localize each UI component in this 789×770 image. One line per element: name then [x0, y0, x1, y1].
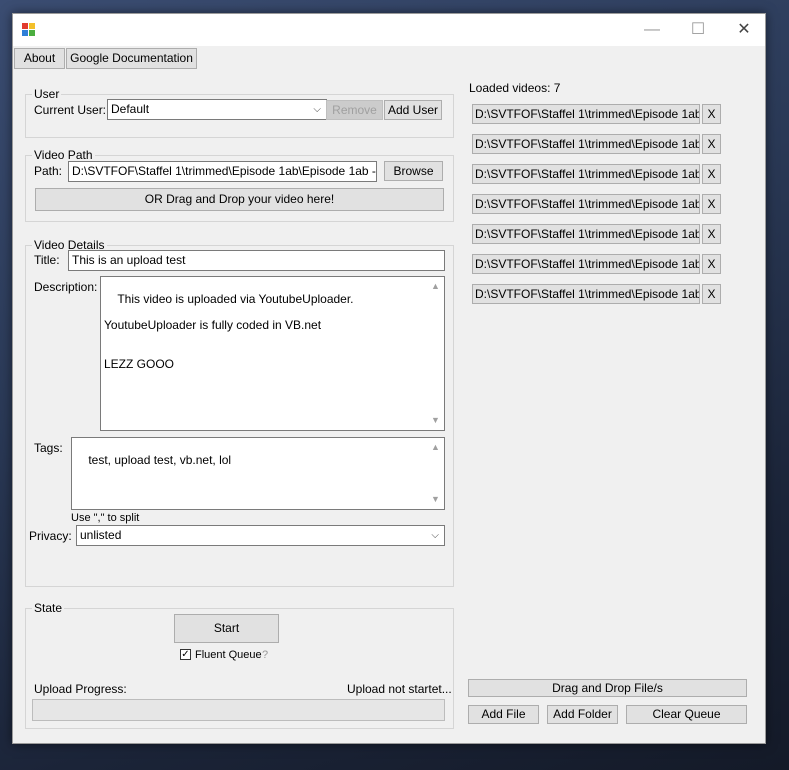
current-user-label: Current User: [34, 103, 107, 117]
state-group-title: State [32, 600, 65, 616]
loaded-video-path[interactable]: D:\SVTFOF\Staffel 1\trimmed\Episode 1ab\… [472, 164, 700, 184]
close-button[interactable]: ✕ [721, 14, 767, 46]
app-window: — ☐ ✕ About Google Documentation User Cu… [12, 13, 766, 744]
add-user-button[interactable]: Add User [384, 100, 442, 120]
remove-video-button[interactable]: X [702, 254, 721, 274]
user-group-title: User [32, 86, 62, 102]
remove-video-button[interactable]: X [702, 194, 721, 214]
chevron-down-icon: ⌵ [431, 530, 439, 541]
fluent-queue-label[interactable]: Fluent Queue [195, 647, 262, 663]
tags-label: Tags: [34, 441, 63, 455]
scroll-up-icon[interactable]: ▲ [431, 280, 440, 293]
tags-hint: Use "," to split [71, 512, 140, 524]
loaded-video-path[interactable]: D:\SVTFOF\Staffel 1\trimmed\Episode 1ab\… [472, 224, 700, 244]
minimize-icon: — [644, 21, 660, 38]
about-button[interactable]: About [14, 48, 65, 69]
title-bar[interactable]: — ☐ ✕ [13, 14, 765, 46]
privacy-value: unlisted [80, 528, 122, 542]
remove-video-button[interactable]: X [702, 284, 721, 304]
remove-user-button[interactable]: Remove [326, 100, 383, 120]
tags-textarea[interactable]: test, upload test, vb.net, lol ▲ ▼ [71, 437, 445, 510]
add-file-button[interactable]: Add File [468, 705, 539, 724]
minimize-button[interactable]: — [629, 14, 675, 46]
app-icon [22, 23, 36, 37]
remove-video-button[interactable]: X [702, 134, 721, 154]
scroll-down-icon[interactable]: ▼ [431, 493, 440, 506]
path-label: Path: [34, 164, 63, 178]
upload-status: Upload not startet... [347, 682, 452, 696]
add-folder-button[interactable]: Add Folder [547, 705, 618, 724]
top-toolbar: About Google Documentation [13, 46, 765, 70]
start-button[interactable]: Start [174, 614, 279, 643]
upload-progress-label: Upload Progress: [34, 682, 127, 696]
tags-scrollbar[interactable]: ▲ ▼ [428, 439, 443, 508]
privacy-select[interactable]: unlisted ⌵ [76, 525, 445, 546]
title-label: Title: [34, 253, 60, 267]
current-user-select[interactable]: Default ⌵ [107, 99, 327, 120]
title-input[interactable]: This is an upload test [68, 250, 445, 271]
drag-drop-files-button[interactable]: Drag and Drop File/s [468, 679, 747, 697]
description-scrollbar[interactable]: ▲ ▼ [428, 278, 443, 429]
loaded-videos-label: Loaded videos: 7 [469, 81, 561, 95]
description-textarea[interactable]: This video is uploaded via YoutubeUpload… [100, 276, 445, 431]
privacy-label: Privacy: [29, 529, 72, 543]
loaded-video-path[interactable]: D:\SVTFOF\Staffel 1\trimmed\Episode 1ab\… [472, 194, 700, 214]
description-text: This video is uploaded via YoutubeUpload… [104, 292, 354, 371]
loaded-video-path[interactable]: D:\SVTFOF\Staffel 1\trimmed\Episode 1ab\… [472, 284, 700, 304]
chevron-down-icon: ⌵ [313, 104, 321, 115]
google-documentation-button[interactable]: Google Documentation [66, 48, 197, 69]
remove-video-button[interactable]: X [702, 224, 721, 244]
check-icon: ✓ [181, 649, 190, 660]
scroll-up-icon[interactable]: ▲ [431, 441, 440, 454]
description-label: Description: [34, 280, 98, 294]
maximize-icon: ☐ [690, 21, 706, 38]
scroll-down-icon[interactable]: ▼ [431, 414, 440, 427]
loaded-video-path[interactable]: D:\SVTFOF\Staffel 1\trimmed\Episode 1ab\… [472, 134, 700, 154]
maximize-button[interactable]: ☐ [675, 14, 721, 46]
loaded-video-path[interactable]: D:\SVTFOF\Staffel 1\trimmed\Episode 1ab\… [472, 104, 700, 124]
tags-text: test, upload test, vb.net, lol [88, 453, 232, 467]
help-icon[interactable]: ? [262, 647, 268, 663]
fluent-queue-checkbox[interactable]: ✓ [180, 649, 191, 660]
path-input[interactable]: D:\SVTFOF\Staffel 1\trimmed\Episode 1ab\… [68, 161, 377, 182]
upload-progress-bar [32, 699, 445, 721]
remove-video-button[interactable]: X [702, 164, 721, 184]
clear-queue-button[interactable]: Clear Queue [626, 705, 747, 724]
current-user-value: Default [111, 102, 150, 116]
loaded-video-path[interactable]: D:\SVTFOF\Staffel 1\trimmed\Episode 1ab\… [472, 254, 700, 274]
drag-drop-video-button[interactable]: OR Drag and Drop your video here! [35, 188, 444, 211]
close-icon: ✕ [737, 21, 751, 38]
browse-button[interactable]: Browse [384, 161, 443, 181]
remove-video-button[interactable]: X [702, 104, 721, 124]
